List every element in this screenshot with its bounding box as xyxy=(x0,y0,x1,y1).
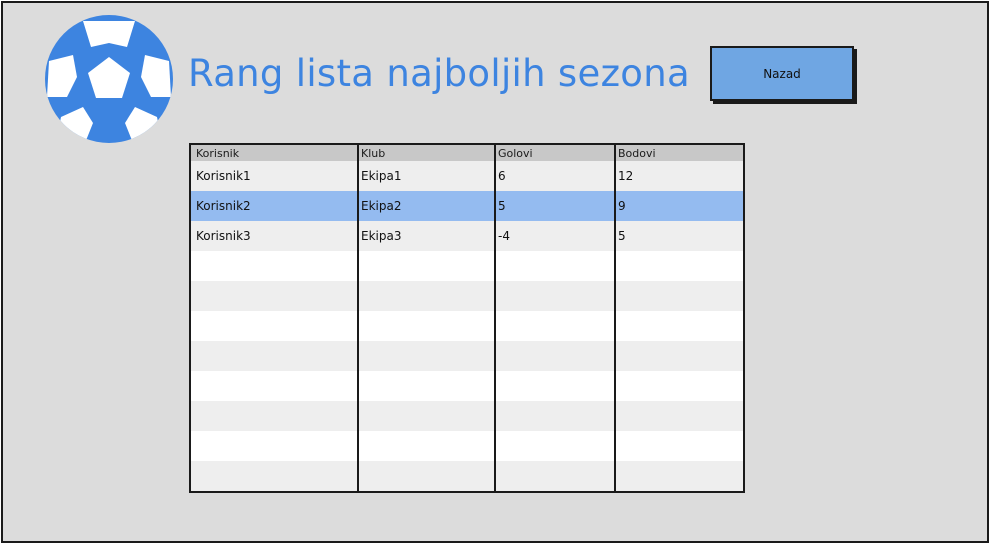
empty-row xyxy=(191,251,743,281)
cell-bodovi: 5 xyxy=(618,229,626,243)
cell-korisnik: Korisnik3 xyxy=(196,229,251,243)
column-header-golovi[interactable]: Golovi xyxy=(498,145,533,161)
table-header: Korisnik Klub Golovi Bodovi xyxy=(191,145,743,161)
empty-row xyxy=(191,461,743,491)
cell-golovi: 6 xyxy=(498,169,506,183)
cell-bodovi: 9 xyxy=(618,199,626,213)
empty-row xyxy=(191,281,743,311)
column-divider xyxy=(494,145,496,491)
cell-bodovi: 12 xyxy=(618,169,634,183)
back-button[interactable]: Nazad xyxy=(710,46,854,101)
cell-klub: Ekipa2 xyxy=(361,199,402,213)
table-row-selected[interactable]: Korisnik2 Ekipa2 5 9 xyxy=(191,191,743,221)
window: Rang lista najboljih sezona Nazad Korisn… xyxy=(1,1,989,543)
cell-golovi: 5 xyxy=(498,199,506,213)
cell-korisnik: Korisnik2 xyxy=(196,199,251,213)
column-divider xyxy=(357,145,359,491)
empty-row xyxy=(191,371,743,401)
cell-klub: Ekipa3 xyxy=(361,229,402,243)
column-header-klub[interactable]: Klub xyxy=(361,145,385,161)
empty-row xyxy=(191,401,743,431)
ranking-table[interactable]: Korisnik Klub Golovi Bodovi Korisnik1 Ek… xyxy=(189,143,745,493)
column-header-bodovi[interactable]: Bodovi xyxy=(618,145,656,161)
column-header-korisnik[interactable]: Korisnik xyxy=(196,145,239,161)
empty-row xyxy=(191,341,743,371)
table-row[interactable]: Korisnik3 Ekipa3 -4 5 xyxy=(191,221,743,251)
cell-korisnik: Korisnik1 xyxy=(196,169,251,183)
cell-golovi: -4 xyxy=(498,229,510,243)
table-row[interactable]: Korisnik1 Ekipa1 6 12 xyxy=(191,161,743,191)
cell-klub: Ekipa1 xyxy=(361,169,402,183)
column-divider xyxy=(614,145,616,491)
page-title: Rang lista najboljih sezona xyxy=(188,52,690,95)
empty-row xyxy=(191,311,743,341)
empty-row xyxy=(191,431,743,461)
soccer-ball-icon xyxy=(45,15,173,143)
